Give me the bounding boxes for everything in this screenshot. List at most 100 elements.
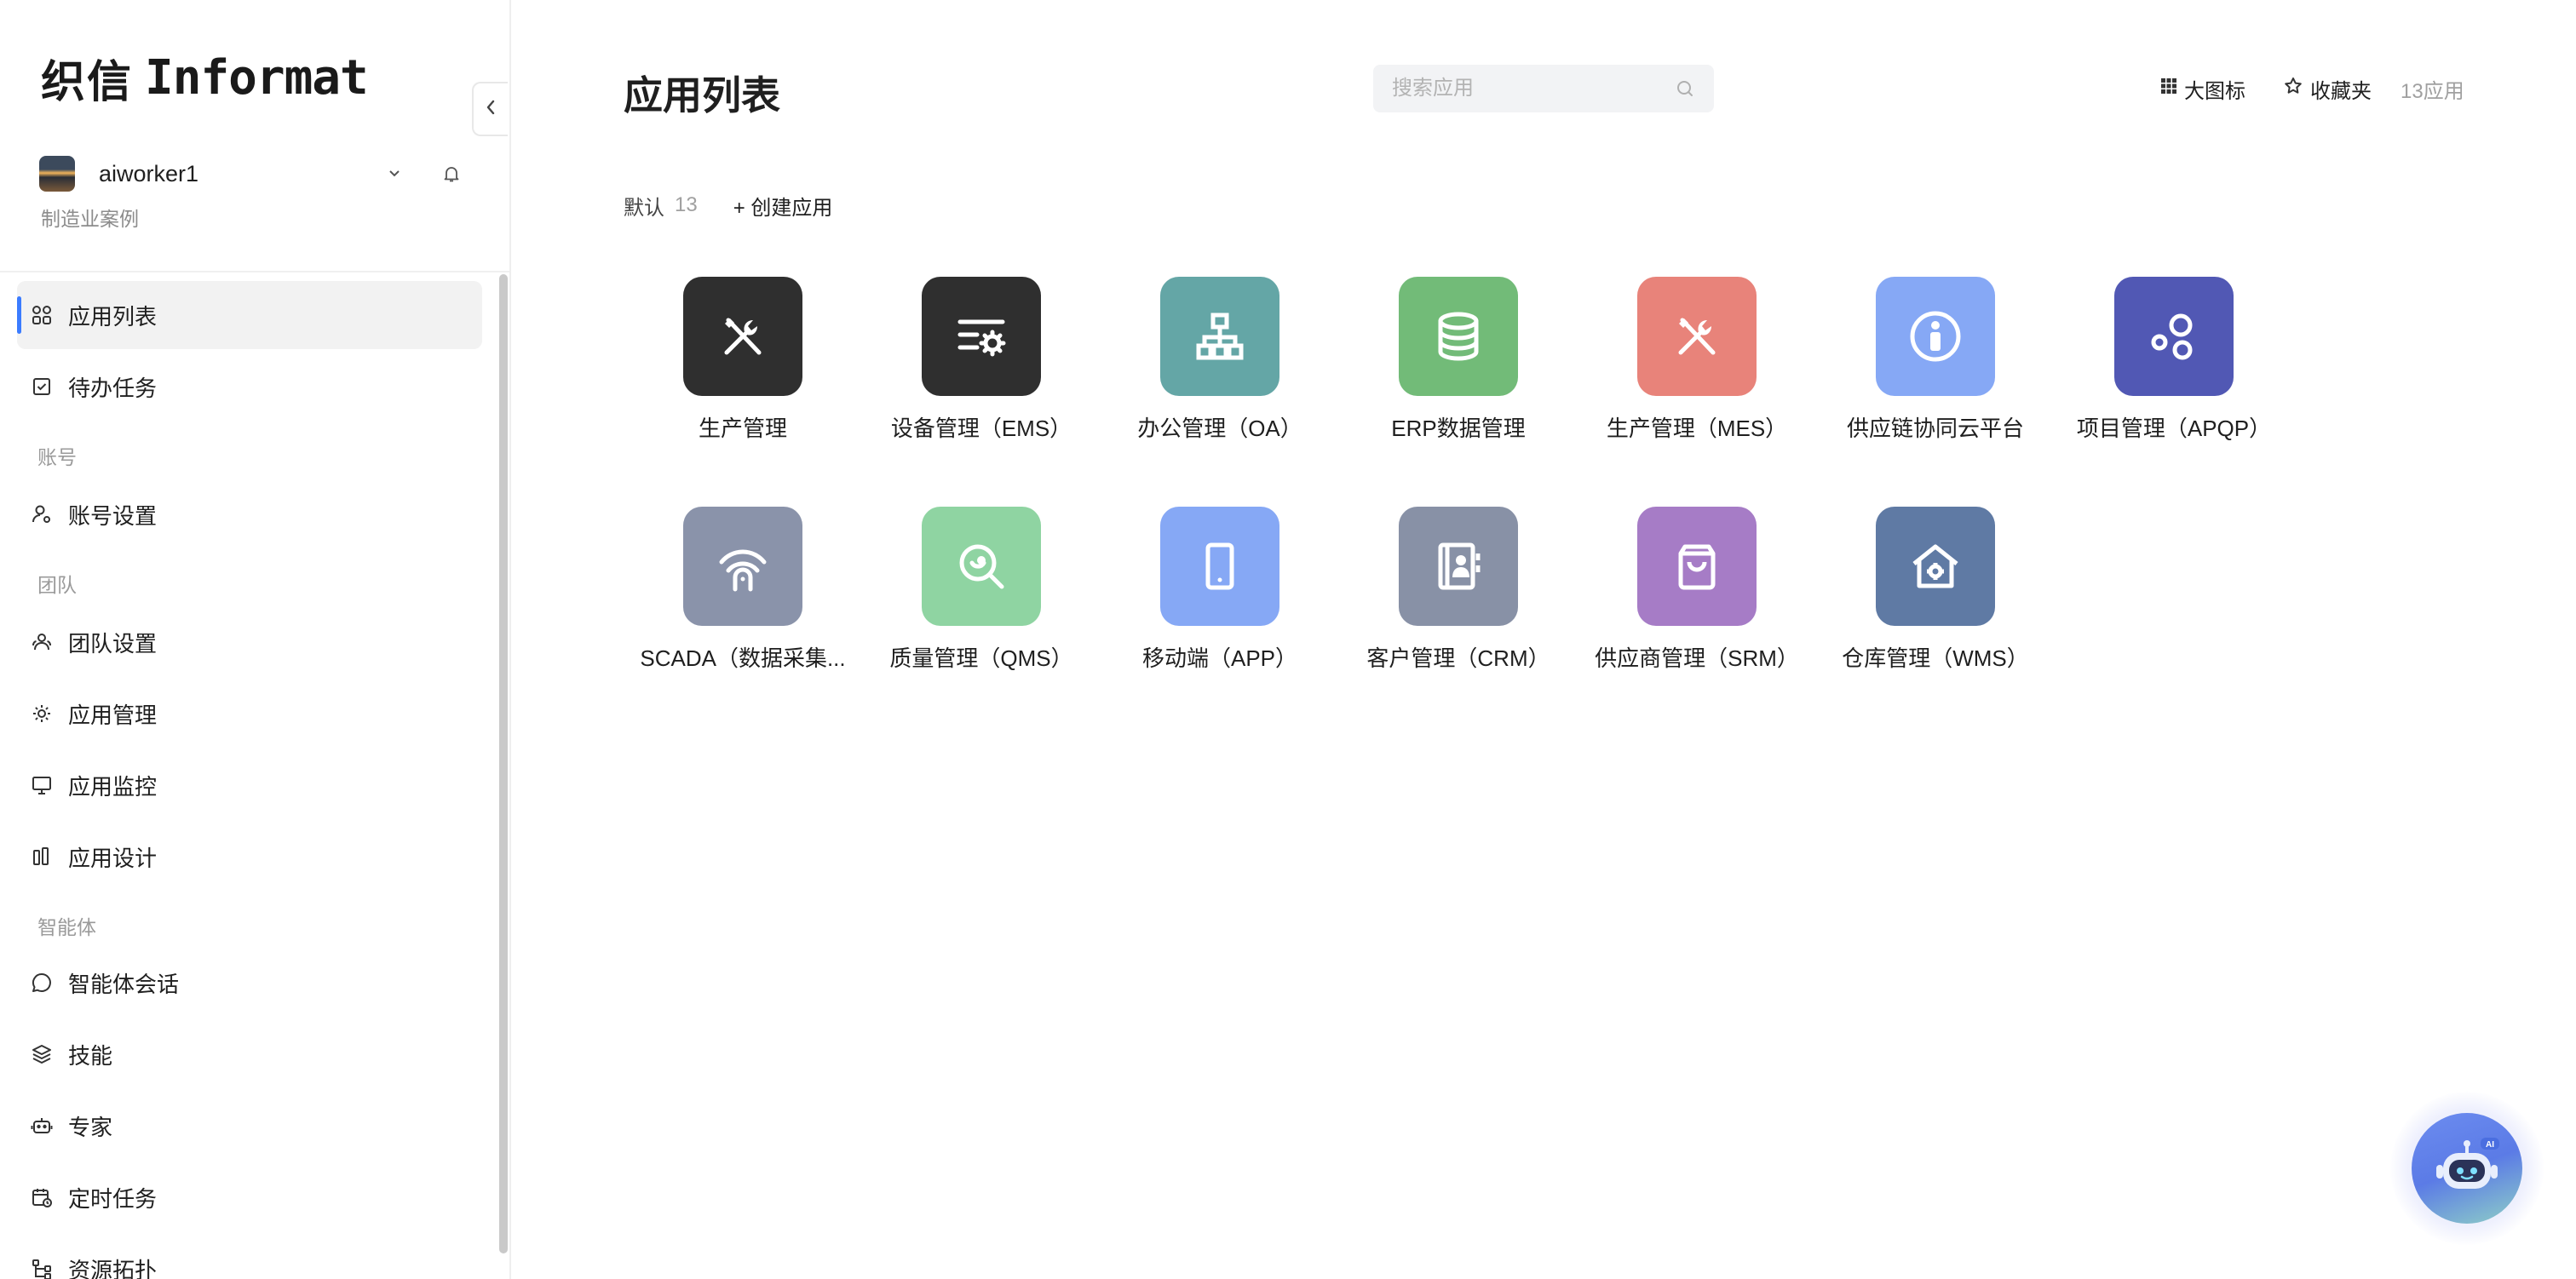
app-card[interactable]: 设备管理（EMS） bbox=[866, 277, 1096, 443]
circles-icon bbox=[2151, 313, 2193, 360]
create-app-button[interactable]: + 创建应用 bbox=[733, 191, 833, 221]
search-icon[interactable] bbox=[1673, 77, 1697, 100]
large-icons-button[interactable]: 大图标 bbox=[2160, 74, 2245, 104]
user-switcher[interactable]: aiworker1 bbox=[39, 155, 465, 192]
ai-robot-icon: AI bbox=[2412, 1113, 2522, 1224]
sidebar-scrollbar[interactable] bbox=[499, 274, 508, 1253]
chat-bubble-icon bbox=[29, 970, 55, 995]
app-card[interactable]: SCADA（数据采集... bbox=[628, 507, 858, 673]
layers-icon bbox=[29, 1041, 55, 1067]
org-chart-icon bbox=[1196, 313, 1244, 360]
app-tile[interactable] bbox=[2114, 277, 2234, 396]
avatar bbox=[39, 156, 75, 192]
app-card[interactable]: 质量管理（QMS） bbox=[866, 507, 1096, 673]
checkbox-icon bbox=[29, 374, 55, 399]
group-header: 默认 13 + 创建应用 bbox=[624, 191, 832, 220]
sidebar-item-app-list[interactable]: 应用列表 bbox=[17, 281, 482, 349]
app-tile[interactable] bbox=[922, 507, 1041, 626]
app-name: 移动端（APP） bbox=[1141, 645, 1298, 671]
group-count: 13 bbox=[675, 193, 698, 216]
chevron-left-icon bbox=[483, 98, 498, 121]
sidebar-item-resource-topology[interactable]: 资源拓扑 bbox=[17, 1235, 482, 1279]
app-tile[interactable] bbox=[1399, 507, 1518, 626]
org-name: 制造业案例 bbox=[41, 208, 139, 230]
app-tile[interactable] bbox=[1160, 277, 1279, 396]
app-tile[interactable] bbox=[1876, 277, 1995, 396]
sidebar-item-app-design[interactable]: 应用设计 bbox=[17, 823, 482, 891]
favorites-button[interactable]: 收藏夹 bbox=[2283, 74, 2372, 104]
app-card[interactable]: 客户管理（CRM） bbox=[1343, 507, 1573, 673]
topology-icon bbox=[29, 1256, 55, 1279]
calendar-clock-icon bbox=[29, 1184, 55, 1210]
search-input[interactable] bbox=[1390, 76, 1674, 101]
sidebar-item-label: 应用列表 bbox=[68, 303, 158, 330]
app-card[interactable]: 生产管理（MES） bbox=[1582, 277, 1812, 443]
app-card[interactable]: 项目管理（APQP） bbox=[2059, 277, 2289, 443]
divider bbox=[0, 271, 509, 272]
app-name: SCADA（数据采集... bbox=[640, 645, 846, 671]
contacts-icon bbox=[1438, 542, 1481, 590]
logo-en: Informat bbox=[145, 49, 369, 106]
app-name: ERP数据管理 bbox=[1391, 416, 1526, 441]
ai-assistant-button[interactable]: AI bbox=[2390, 1092, 2544, 1245]
app-tile[interactable] bbox=[1160, 507, 1279, 626]
sidebar-item-label: 智能体会话 bbox=[68, 971, 180, 997]
section-label-team: 团队 bbox=[37, 574, 77, 596]
user-settings-icon bbox=[29, 502, 55, 527]
sidebar-item-skills[interactable]: 技能 bbox=[17, 1020, 482, 1088]
app-name: 仓库管理（WMS） bbox=[1842, 645, 2029, 671]
signal-door-icon bbox=[719, 549, 767, 592]
logo-cn: 织信 bbox=[41, 56, 134, 108]
svg-text:AI: AI bbox=[2486, 1140, 2494, 1150]
app-card[interactable]: 供应链协同云平台 bbox=[1820, 277, 2050, 443]
app-tile[interactable] bbox=[1637, 507, 1757, 626]
app-tile[interactable] bbox=[1876, 507, 1995, 626]
chevron-down-icon[interactable] bbox=[382, 160, 407, 186]
group-name[interactable]: 默认 bbox=[624, 191, 664, 221]
app-card[interactable]: 仓库管理（WMS） bbox=[1820, 507, 2050, 673]
search-box[interactable] bbox=[1373, 65, 1714, 112]
bell-icon[interactable] bbox=[436, 158, 467, 189]
sidebar-item-label: 定时任务 bbox=[68, 1185, 158, 1212]
sidebar-item-account-settings[interactable]: 账号设置 bbox=[17, 480, 482, 548]
view-actions: 大图标 收藏夹 13应用 bbox=[2160, 73, 2464, 104]
tools-icon bbox=[724, 318, 762, 355]
monitor-icon bbox=[29, 772, 55, 798]
bag-icon bbox=[1678, 544, 1716, 590]
app-card[interactable]: 办公管理（OA） bbox=[1105, 277, 1335, 443]
sidebar-item-label: 应用监控 bbox=[68, 773, 158, 800]
collapse-sidebar-button[interactable] bbox=[472, 82, 508, 136]
app-name: 办公管理（OA） bbox=[1137, 416, 1302, 441]
sidebar-item-scheduled-tasks[interactable]: 定时任务 bbox=[17, 1163, 482, 1231]
database-icon bbox=[1438, 312, 1479, 361]
app-name: 质量管理（QMS） bbox=[889, 645, 1073, 671]
sidebar-item-app-manage[interactable]: 应用管理 bbox=[17, 680, 482, 748]
sidebar-item-todo[interactable]: 待办任务 bbox=[17, 353, 482, 421]
app-tile[interactable] bbox=[683, 507, 802, 626]
design-icon bbox=[29, 844, 55, 869]
app-tile[interactable] bbox=[1399, 277, 1518, 396]
logo: 织信 Informat bbox=[41, 48, 369, 108]
sidebar-item-experts[interactable]: 专家 bbox=[17, 1092, 482, 1160]
app-card[interactable]: 移动端（APP） bbox=[1105, 507, 1335, 673]
sidebar-item-label: 账号设置 bbox=[68, 502, 158, 529]
large-icons-label: 大图标 bbox=[2184, 79, 2245, 103]
sidebar-item-app-monitor[interactable]: 应用监控 bbox=[17, 751, 482, 819]
sidebar-item-team-settings[interactable]: 团队设置 bbox=[17, 608, 482, 676]
phone-icon bbox=[1205, 542, 1234, 590]
apps-grid-icon bbox=[29, 302, 55, 328]
app-card[interactable]: 供应商管理（SRM） bbox=[1582, 507, 1812, 673]
section-label-agent: 智能体 bbox=[37, 916, 96, 938]
star-icon bbox=[2283, 76, 2303, 102]
sidebar-item-agent-chat[interactable]: 智能体会话 bbox=[17, 949, 482, 1017]
app-name: 生产管理（MES） bbox=[1606, 416, 1788, 441]
app-tile[interactable] bbox=[922, 277, 1041, 396]
app-name: 生产管理 bbox=[698, 416, 787, 441]
app-tile[interactable] bbox=[683, 277, 802, 396]
sidebar-item-label: 应用设计 bbox=[68, 845, 158, 871]
app-tile[interactable] bbox=[1637, 277, 1757, 396]
tools-icon bbox=[1678, 318, 1716, 355]
app-card[interactable]: 生产管理 bbox=[628, 277, 858, 443]
app-card[interactable]: ERP数据管理 bbox=[1343, 277, 1573, 443]
app-name: 客户管理（CRM） bbox=[1366, 645, 1550, 671]
